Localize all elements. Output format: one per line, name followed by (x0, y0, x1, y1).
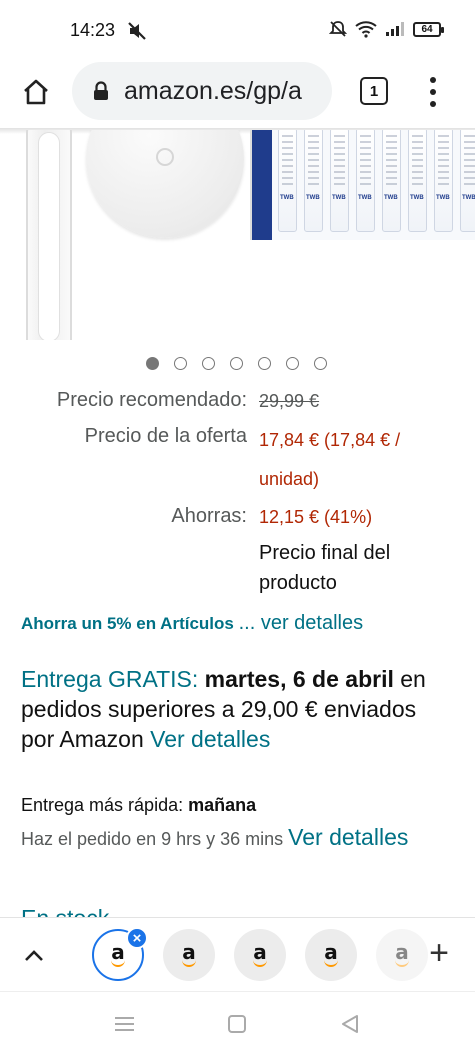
final-price-note: Precio final del producto (259, 542, 391, 594)
whitening-device-image (86, 130, 244, 238)
amazon-logo-icon: a (253, 940, 267, 967)
list-price: 29,99 € (259, 391, 320, 411)
tab-thumbnail[interactable]: a (163, 929, 215, 981)
tab-thumbnail[interactable]: a (376, 929, 428, 981)
carousel-dot[interactable] (146, 357, 159, 370)
whitening-strip-image (26, 130, 72, 340)
lock-icon (94, 81, 108, 100)
carousel-dot[interactable] (174, 357, 187, 370)
battery-level: 64 (421, 23, 433, 35)
order-details-link[interactable]: Ver detalles (288, 824, 408, 850)
delivery-date: martes, 6 de (204, 666, 339, 692)
deal-price: 17,84 € (17,84 € / (259, 430, 401, 450)
list-price-label: Precio recomendado: (56, 389, 247, 411)
carousel-dot[interactable] (230, 357, 243, 370)
carousel-dot[interactable] (258, 357, 271, 370)
system-nav-bar (0, 991, 475, 1056)
fastest-delivery-label: Entrega más rápida: (21, 795, 184, 815)
close-icon[interactable]: × (126, 927, 148, 949)
carousel-dot[interactable] (286, 357, 299, 370)
image-carousel-dots[interactable] (146, 357, 327, 370)
shade-guide-vials (278, 130, 475, 232)
tab-thumbnail[interactable]: a (305, 929, 357, 981)
shade-guide-band (252, 130, 272, 240)
savings-label: Ahorras: (171, 505, 247, 527)
wifi-icon (355, 21, 377, 38)
order-countdown-text: Haz el pedido en 9 hrs y 36 mins (21, 829, 284, 849)
deal-price-unit: unidad) (259, 469, 320, 489)
battery-icon: 64 (413, 21, 444, 37)
home-icon (24, 79, 48, 105)
home-button[interactable] (18, 74, 54, 110)
amazon-logo-icon: a (182, 940, 196, 967)
promo-banner[interactable]: Ahorra un 5% en Artículos ... ver detall… (21, 612, 363, 635)
promo-details-link[interactable]: ... ver detalles (239, 612, 364, 634)
shade-guide-image (250, 130, 475, 240)
mute-icon (128, 22, 146, 40)
recents-icon[interactable] (115, 1017, 134, 1031)
tab-switcher-button[interactable]: 1 (360, 77, 388, 105)
amazon-logo-icon: a (111, 940, 125, 967)
carousel-dot[interactable] (314, 357, 327, 370)
tab-count: 1 (369, 82, 379, 100)
carousel-dot[interactable] (202, 357, 215, 370)
tab-thumbnail[interactable]: a (234, 929, 286, 981)
amazon-logo-icon: a (395, 940, 409, 967)
fastest-delivery: Entrega más rápida: mañana (21, 795, 256, 816)
fastest-delivery-value: mañana (188, 795, 257, 815)
deal-price-label: Precio de la oferta (84, 425, 247, 447)
free-delivery-label: Entrega GRATIS: (21, 666, 199, 692)
status-time: 14:23 (70, 20, 116, 40)
promo-text: Ahorra un 5% en Artículos (21, 614, 234, 633)
order-countdown: Haz el pedido en 9 hrs y 36 mins Ver det… (21, 822, 441, 854)
chevron-up-icon (25, 950, 43, 961)
status-icons: 64 (329, 20, 444, 38)
home-icon[interactable] (228, 1015, 246, 1033)
collapse-tab-strip-button[interactable] (20, 942, 48, 970)
status-bar: 14:23 64 (0, 0, 475, 60)
delivery-details-link[interactable]: Ver detalles (150, 726, 270, 752)
product-image[interactable] (0, 130, 475, 340)
url-text: amazon.es/gp/a (124, 76, 302, 105)
back-icon[interactable] (340, 1014, 360, 1034)
tab-strip: a × a a a a + (0, 917, 475, 991)
url-bar[interactable]: amazon.es/gp/a (72, 62, 332, 120)
more-vert-icon[interactable] (421, 74, 445, 110)
delivery-date-cont: abril (345, 666, 394, 692)
signal-icon (386, 22, 404, 36)
delivery-info: Entrega GRATIS: martes, 6 de abril en pe… (21, 664, 441, 754)
plus-icon[interactable]: + (424, 936, 454, 970)
amazon-logo-icon: a (324, 940, 338, 967)
browser-toolbar: amazon.es/gp/a 1 (0, 60, 475, 128)
savings-value: 12,15 € (41%) (259, 507, 373, 527)
alarm-off-icon (329, 21, 347, 37)
